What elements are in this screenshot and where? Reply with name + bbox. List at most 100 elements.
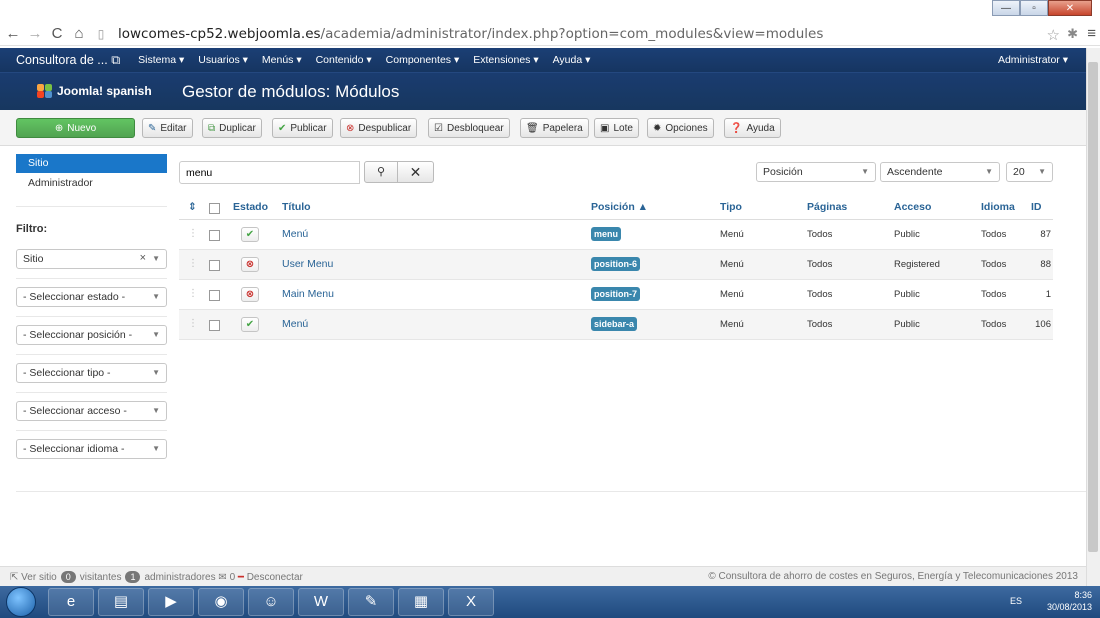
published-toggle[interactable]: ⊗ (241, 287, 259, 302)
language-filter-select[interactable]: - Seleccionar idioma - ▼ (16, 439, 167, 459)
home-icon[interactable]: ⌂ (70, 25, 88, 42)
system-clock[interactable]: 8:36 30/08/2013 (1047, 589, 1092, 613)
calculator-icon[interactable]: ▦ (398, 588, 444, 616)
chrome-icon[interactable]: ◉ (198, 588, 244, 616)
internet-explorer-icon[interactable]: e (48, 588, 94, 616)
header-paginas[interactable]: Páginas (807, 201, 847, 213)
header-idioma[interactable]: Idioma (981, 201, 1015, 213)
drag-handle-icon[interactable]: ⋮ (188, 318, 198, 329)
chevron-down-icon: ▼ (152, 292, 160, 301)
header-titulo[interactable]: Título (282, 201, 311, 213)
menu-contenido[interactable]: Contenido ▾ (316, 54, 372, 66)
file-explorer-icon[interactable]: ▤ (98, 588, 144, 616)
published-toggle[interactable]: ⊗ (241, 257, 259, 272)
forward-icon[interactable]: → (26, 25, 44, 42)
id-cell: 106 (1035, 319, 1051, 330)
header-estado[interactable]: Estado (233, 201, 268, 213)
published-toggle[interactable]: ✔ (241, 317, 259, 332)
sidebar-item-administrador[interactable]: Administrador (28, 177, 93, 189)
state-filter-select[interactable]: - Seleccionar estado - ▼ (16, 287, 167, 307)
user-menu[interactable]: Administrator ▾ (998, 54, 1068, 66)
sidebar-divider (16, 278, 167, 279)
search-input[interactable] (179, 161, 360, 184)
options-button[interactable]: ✹ Opciones (647, 118, 714, 138)
clear-icon[interactable]: × (140, 252, 146, 264)
trash-button[interactable]: 🗑 Papelera (520, 118, 589, 138)
clear-search-button[interactable]: ✕ (397, 161, 434, 183)
help-button[interactable]: ❓ Ayuda (724, 118, 781, 138)
view-site-link[interactable]: Ver sitio (21, 572, 57, 583)
logout-icon: ━ (235, 571, 247, 583)
checkin-button[interactable]: ☑ Desbloquear (428, 118, 510, 138)
browser-menu-icon[interactable]: ≡ (1087, 25, 1096, 42)
menu-componentes[interactable]: Componentes ▾ (386, 54, 460, 66)
menu-menus[interactable]: Menús ▾ (262, 54, 302, 66)
duplicate-button[interactable]: ⧉ Duplicar (202, 118, 262, 138)
chevron-down-icon: ▼ (152, 254, 160, 263)
position-filter-select[interactable]: - Seleccionar posición - ▼ (16, 325, 167, 345)
access-filter-select[interactable]: - Seleccionar acceso - ▼ (16, 401, 167, 421)
drag-handle-icon[interactable]: ⋮ (188, 228, 198, 239)
edit-button[interactable]: ✎ Editar (142, 118, 193, 138)
row-checkbox[interactable] (209, 290, 220, 301)
toolbar: ⊕ Nuevo ✎ Editar ⧉ Duplicar ✔ Publicar ⊗ Desp… (0, 110, 1086, 146)
word-icon[interactable]: W (298, 588, 344, 616)
page-icon: ▯ (97, 26, 105, 41)
sidebar-item-sitio[interactable]: Sitio (16, 154, 167, 173)
start-button[interactable] (6, 587, 36, 617)
pages-cell: Todos (807, 229, 833, 240)
header-acceso[interactable]: Acceso (894, 201, 931, 213)
url-field[interactable]: lowcomes-cp52.webjoomla.es/academia/admi… (118, 26, 823, 42)
site-name-link[interactable]: Consultora de ... ⧉ (16, 53, 120, 68)
module-title-link[interactable]: Menú (282, 228, 308, 240)
client-filter-select[interactable]: Sitio × ▼ (16, 249, 167, 269)
menu-sistema[interactable]: Sistema ▾ (138, 54, 184, 66)
messenger-icon[interactable]: ☺ (248, 588, 294, 616)
logout-link[interactable]: Desconectar (247, 572, 303, 583)
module-title-link[interactable]: User Menu (282, 258, 333, 270)
address-bar: ← → C ⌂ ▯ lowcomes-cp52.webjoomla.es/aca… (0, 22, 1100, 46)
paint-icon[interactable]: ✎ (348, 588, 394, 616)
row-checkbox[interactable] (209, 260, 220, 271)
extension-icon[interactable]: ✱ (1067, 26, 1078, 42)
new-button[interactable]: ⊕ Nuevo (16, 118, 135, 138)
type-filter-select[interactable]: - Seleccionar tipo - ▼ (16, 363, 167, 383)
drag-handle-icon[interactable]: ⋮ (188, 288, 198, 299)
header-posicion[interactable]: Posición ▲ (591, 201, 648, 213)
table-row: ⋮ ✔ Menú menu Menú Todos Public Todos 87 (179, 220, 1053, 250)
header-tipo[interactable]: Tipo (720, 201, 742, 213)
module-title-link[interactable]: Menú (282, 318, 308, 330)
reload-icon[interactable]: C (48, 25, 66, 42)
scrollbar-thumb[interactable] (1088, 62, 1098, 552)
row-checkbox[interactable] (209, 230, 220, 241)
drag-handle-icon[interactable]: ⋮ (188, 258, 198, 269)
batch-icon: ▣ (600, 122, 610, 134)
search-button[interactable]: ⚲ (364, 161, 398, 183)
module-title-link[interactable]: Main Menu (282, 288, 334, 300)
limit-select[interactable]: 20 ▼ (1006, 162, 1053, 182)
published-toggle[interactable]: ✔ (241, 227, 259, 242)
select-all-checkbox[interactable] (209, 203, 220, 214)
menu-usuarios[interactable]: Usuarios ▾ (198, 54, 248, 66)
menu-extensiones[interactable]: Extensiones ▾ (473, 54, 538, 66)
close-window-button[interactable]: ✕ (1048, 0, 1092, 16)
sidebar-divider (16, 354, 167, 355)
table-header: ⇕ Estado Título Posición ▲ Tipo Páginas … (179, 196, 1053, 220)
media-player-icon[interactable]: ▶ (148, 588, 194, 616)
publish-button[interactable]: ✔ Publicar (272, 118, 333, 138)
direction-select[interactable]: Ascendente ▼ (880, 162, 1000, 182)
back-icon[interactable]: ← (4, 25, 22, 42)
unpublish-button[interactable]: ⊗ Despublicar (340, 118, 418, 138)
minimize-button[interactable]: — (992, 0, 1020, 16)
language-indicator[interactable]: ES (1010, 596, 1022, 606)
batch-button[interactable]: ▣ Lote (594, 118, 639, 138)
bookmark-star-icon[interactable]: ☆ (1047, 26, 1060, 44)
order-by-select[interactable]: Posición ▼ (756, 162, 876, 182)
maximize-button[interactable]: ▫ (1020, 0, 1048, 16)
gear-icon: ✹ (653, 122, 662, 134)
menu-ayuda[interactable]: Ayuda ▾ (553, 54, 591, 66)
ordering-sort-icon[interactable]: ⇕ (188, 201, 197, 213)
header-id[interactable]: ID (1031, 201, 1042, 213)
row-checkbox[interactable] (209, 320, 220, 331)
excel-icon[interactable]: X (448, 588, 494, 616)
